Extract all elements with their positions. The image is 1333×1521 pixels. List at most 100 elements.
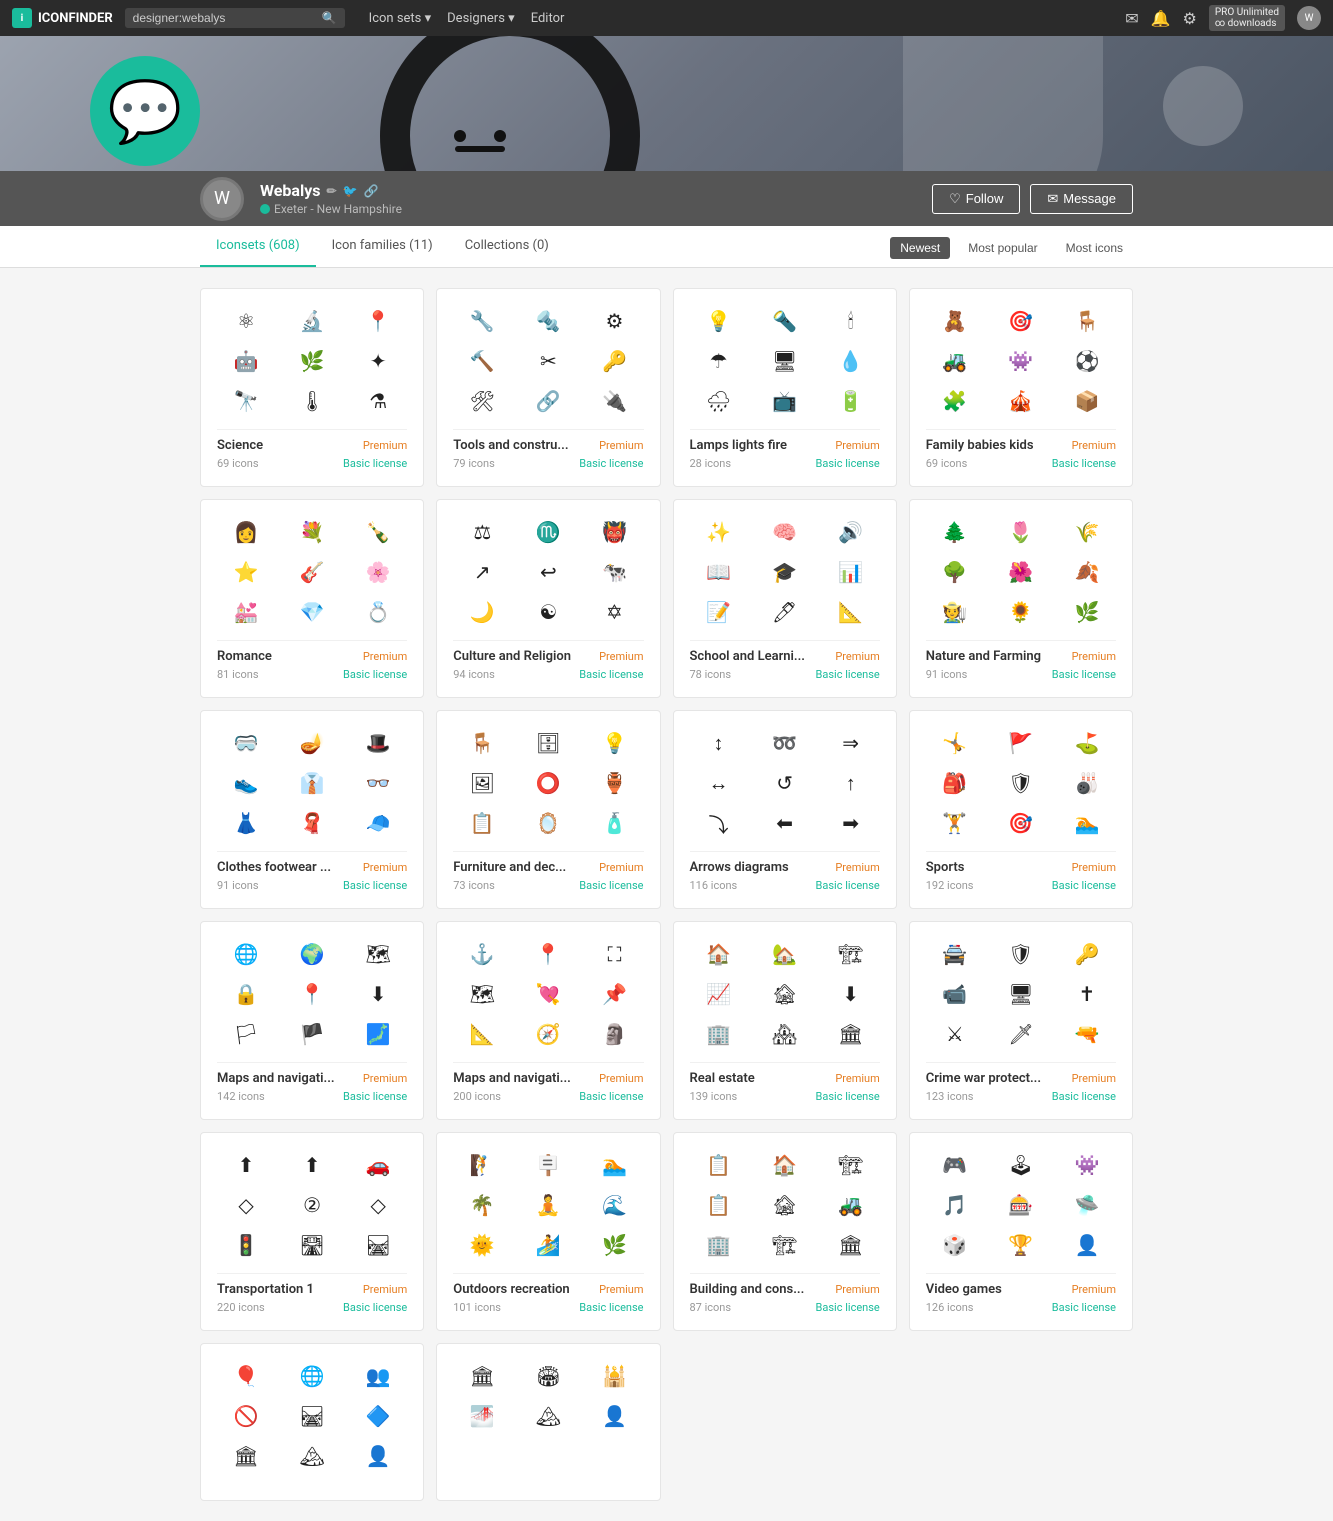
icon-card-9[interactable]: 🪑🗄💡🖼⭕🏺📋🪞🧴 Furniture and dec... Premium 7… <box>436 710 660 909</box>
icon-card-11[interactable]: 🤸🚩⛳🎒🛡🎳🏋🎯🏊 Sports Premium 192 icons Basic… <box>909 710 1133 909</box>
card-count: 79 icons <box>453 457 495 470</box>
card-title: Building and cons... <box>690 1282 805 1297</box>
card-icon: 🏢 <box>703 1229 735 1261</box>
card-icons: 🌐🌍🗺🔒📍⬇🏳🏴🗾 <box>217 938 407 1050</box>
filter-newest[interactable]: Newest <box>890 237 950 259</box>
card-icons: 🧸🎯🪑🚜👾⚽🧩🎪📦 <box>926 305 1116 417</box>
tab-icon-families[interactable]: Icon families (11) <box>316 226 449 267</box>
filter-most-popular[interactable]: Most popular <box>958 237 1047 259</box>
card-icon: 🌞 <box>466 1229 498 1261</box>
card-icon <box>466 1440 498 1472</box>
icon-card-10[interactable]: ↕➿⇒↔↺↑⤵⬅➡ Arrows diagrams Premium 116 ic… <box>673 710 897 909</box>
card-title: Outdoors recreation <box>453 1282 569 1297</box>
message-button[interactable]: ✉ Message <box>1030 184 1133 214</box>
card-icon: ⚽ <box>1071 345 1103 377</box>
card-icon: ↔ <box>703 767 735 799</box>
icon-card-partial-21[interactable]: 🏛🏟🕌🌁🏔👤 <box>436 1343 660 1501</box>
icon-card-13[interactable]: ⚓📍⛶🗺💘📌📐🧭🗿 Maps and navigati... Premium 2… <box>436 921 660 1120</box>
card-icon: ☯ <box>532 596 564 628</box>
card-icon: 🎒 <box>939 767 971 799</box>
card-icon: ⭕ <box>532 767 564 799</box>
card-footer: Family babies kids Premium 69 icons Basi… <box>926 429 1116 470</box>
nav-icon-sets[interactable]: Icon sets ▾ <box>369 11 431 26</box>
follow-button[interactable]: ♡ Follow <box>932 184 1020 214</box>
card-license: Basic license <box>343 668 407 681</box>
card-footer: Sports Premium 192 icons Basic license <box>926 851 1116 892</box>
card-icon: 💎 <box>296 596 328 628</box>
card-icon: 🌺 <box>1005 556 1037 588</box>
profile-info: Webalys ✏ 🐦 🔗 Exeter - New Hampshire <box>260 181 402 216</box>
card-icon: 🖥 <box>1005 978 1037 1010</box>
card-icon: 📹 <box>939 978 971 1010</box>
filter-most-icons[interactable]: Most icons <box>1056 237 1133 259</box>
card-icon: 🏊 <box>598 1149 630 1181</box>
card-footer: Clothes footwear ... Premium 91 icons Ba… <box>217 851 407 892</box>
icon-card-8[interactable]: 🥽🪔🎩👟👔👓👗🧣🧢 Clothes footwear ... Premium 9… <box>200 710 424 909</box>
nav-email-icon: ✉ <box>1125 9 1138 28</box>
card-icon: ↩ <box>532 556 564 588</box>
card-icon: 📝 <box>703 596 735 628</box>
card-icon: 🧩 <box>939 385 971 417</box>
profile-bar: W Webalys ✏ 🐦 🔗 Exeter - New Hampshire ♡… <box>0 171 1333 226</box>
icon-card-7[interactable]: 🌲🌷🌾🌳🌺🍂🧑‍🌾🌻🌿 Nature and Farming Premium 9… <box>909 499 1133 698</box>
icon-card-2[interactable]: 💡🔦🕯☂🖥💧🌧📺🔋 Lamps lights fire Premium 28 i… <box>673 288 897 487</box>
icon-card-12[interactable]: 🌐🌍🗺🔒📍⬇🏳🏴🗾 Maps and navigati... Premium 1… <box>200 921 424 1120</box>
card-title: Arrows diagrams <box>690 860 789 875</box>
card-icon: 📈 <box>703 978 735 1010</box>
icon-card-3[interactable]: 🧸🎯🪑🚜👾⚽🧩🎪📦 Family babies kids Premium 69 … <box>909 288 1133 487</box>
profile-location: Exeter - New Hampshire <box>260 202 402 216</box>
card-premium-badge: Premium <box>599 1072 643 1085</box>
card-icon: 🔑 <box>1071 938 1103 970</box>
card-count: 142 icons <box>217 1090 265 1103</box>
user-avatar[interactable]: W <box>1297 6 1321 30</box>
card-icon: ⛳ <box>1071 727 1103 759</box>
card-icons: 💡🔦🕯☂🖥💧🌧📺🔋 <box>690 305 880 417</box>
link-icon[interactable]: 🔗 <box>363 184 378 198</box>
nav-designers[interactable]: Designers ▾ <box>447 11 515 26</box>
icon-card-5[interactable]: ⚖♏👹↗↩🐄🌙☯✡ Culture and Religion Premium 9… <box>436 499 660 698</box>
card-title: Culture and Religion <box>453 649 571 664</box>
card-icon: ⚗ <box>362 385 394 417</box>
card-icon: 🏗 <box>835 938 867 970</box>
twitter-icon[interactable]: 🐦 <box>343 184 358 198</box>
icon-card-18[interactable]: 📋🏠🏗📋🏚🚜🏢🏗🏛 Building and cons... Premium 8… <box>673 1132 897 1331</box>
card-meta: 78 icons Basic license <box>690 668 880 681</box>
card-icon: 👓 <box>362 767 394 799</box>
icon-card-19[interactable]: 🎮🕹👾🎵🎰🛸🎲🏆👤 Video games Premium 126 icons … <box>909 1132 1133 1331</box>
card-footer: Video games Premium 126 icons Basic lice… <box>926 1273 1116 1314</box>
icon-card-partial-20[interactable]: 🎈🌐👥🚫🛤🔷🏛🏔👤 <box>200 1343 424 1501</box>
nav-editor[interactable]: Editor <box>531 11 565 26</box>
card-icon: 🗄 <box>532 727 564 759</box>
tab-collections[interactable]: Collections (0) <box>449 226 565 267</box>
edit-icon[interactable]: ✏ <box>326 184 336 198</box>
card-icon: 💐 <box>296 516 328 548</box>
search-input[interactable] <box>133 11 322 25</box>
card-title: Tools and constru... <box>453 438 568 453</box>
search-bar[interactable]: 🔍 <box>125 8 345 28</box>
card-title: Crime war protect... <box>926 1071 1041 1086</box>
brand-icon: i <box>12 8 32 28</box>
card-icons: ⚓📍⛶🗺💘📌📐🧭🗿 <box>453 938 643 1050</box>
icon-card-6[interactable]: ✨🧠🔊📖🎓📊📝🖊📐 School and Learni... Premium 7… <box>673 499 897 698</box>
card-icon: 👟 <box>230 767 262 799</box>
card-icon: 🧣 <box>296 807 328 839</box>
card-icon: 🗡 <box>1005 1018 1037 1050</box>
icon-card-16[interactable]: ⬆⬆🚗◇②◇🚦🛣🛤 Transportation 1 Premium 220 i… <box>200 1132 424 1331</box>
card-icon: 📍 <box>362 305 394 337</box>
tab-iconsets[interactable]: Iconsets (608) <box>200 226 316 267</box>
card-title: Science <box>217 438 263 453</box>
card-license: Basic license <box>816 668 880 681</box>
card-icon: 👹 <box>598 516 630 548</box>
card-icon: 👩 <box>230 516 262 548</box>
card-icon: 🏛 <box>230 1440 262 1472</box>
icon-card-17[interactable]: 🧗🪧🏊🌴🧘🌊🌞🏄🌿 Outdoors recreation Premium 10… <box>436 1132 660 1331</box>
icon-card-15[interactable]: 🚔🛡🔑📹🖥✝⚔🗡🔫 Crime war protect... Premium 1… <box>909 921 1133 1120</box>
card-count: 69 icons <box>926 457 968 470</box>
icon-card-1[interactable]: 🔧🔩⚙🔨✂🔑🛠🔗🔌 Tools and constru... Premium 7… <box>436 288 660 487</box>
icon-card-0[interactable]: ⚛🔬📍🤖🌿✦🔭🌡⚗ Science Premium 69 icons Basic… <box>200 288 424 487</box>
card-icons: 📋🏠🏗📋🏚🚜🏢🏗🏛 <box>690 1149 880 1261</box>
icon-card-14[interactable]: 🏠🏡🏗📈🏚⬇🏢🏘🏛 Real estate Premium 139 icons … <box>673 921 897 1120</box>
card-icon: 🎓 <box>769 556 801 588</box>
icon-card-4[interactable]: 👩💐🍾⭐🎸🌸💒💎💍 Romance Premium 81 icons Basic… <box>200 499 424 698</box>
card-icon <box>598 1440 630 1472</box>
